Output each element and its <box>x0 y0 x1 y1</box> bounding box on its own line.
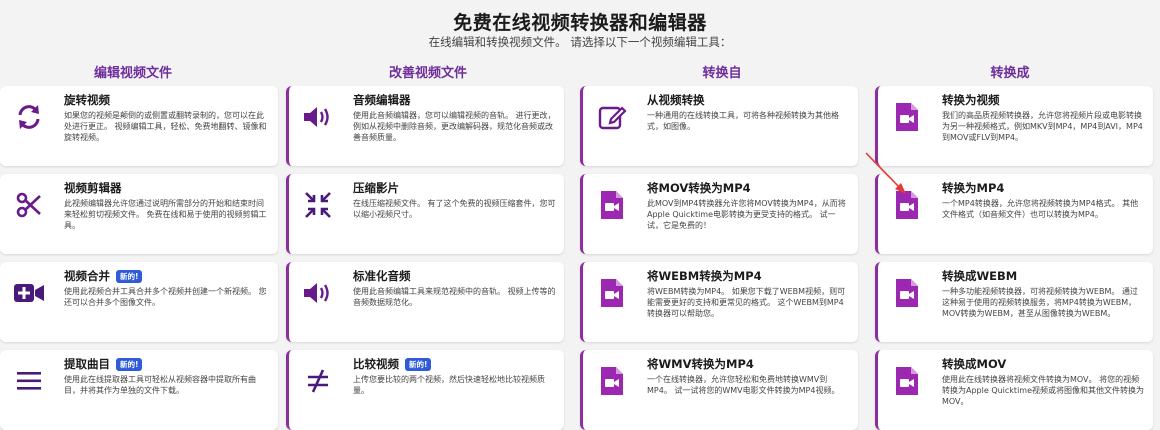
tool-card[interactable]: 比较视频 新的! 上传您要比较的两个视频，然后快速轻松地比较视频质量。 <box>286 350 564 430</box>
tool-card-title-text: 转换成MOV <box>942 357 1007 371</box>
compress-icon <box>301 188 335 222</box>
video-file-icon <box>890 276 924 310</box>
column-heading: 编辑视频文件 <box>93 66 172 81</box>
tool-card-title[interactable]: 转换成WEBM <box>942 268 1145 284</box>
tool-card-title-text: 将WEBM转换为MP4 <box>647 269 762 283</box>
page-subtitle: 在线编辑和转换视频文件。 请选择以下一个视频编辑工具： <box>428 35 732 49</box>
tool-card-description: 使用此在线提取器工具可轻松从视频容器中提取所有曲目，并将其作为单独的文件下载。 <box>64 375 256 395</box>
new-badge: 新的! <box>405 358 432 371</box>
tool-card-title[interactable]: 转换成MOV <box>942 356 1145 372</box>
tool-card-title-text: 音频编辑器 <box>353 93 411 107</box>
tool-card-title-text: 提取曲目 <box>64 357 110 371</box>
tool-card-title-text: 转换为MP4 <box>942 181 1005 195</box>
tool-card-title[interactable]: 标准化音频 <box>353 268 556 284</box>
tool-card-title-text: 视频剪辑器 <box>64 181 122 195</box>
tool-card-description: 上传您要比较的两个视频，然后快速轻松地比较视频质量。 <box>353 375 545 395</box>
tool-card-title[interactable]: 转换为MP4 <box>942 180 1145 196</box>
tool-card-description: 一种通用的在线转换工具，可将各种视频转换为其他格式，如图像。 <box>647 111 839 131</box>
video-file-icon <box>890 100 924 134</box>
tool-card[interactable]: 提取曲目 新的! 使用此在线提取器工具可轻松从视频容器中提取所有曲目，并将其作为单独… <box>0 350 278 430</box>
column-heading: 改善视频文件 <box>388 66 467 81</box>
new-badge: 新的! <box>116 270 143 283</box>
tool-card-title[interactable]: 将WEBM转换为MP4 <box>647 268 850 284</box>
video-file-icon <box>890 188 924 222</box>
speaker-icon <box>301 276 335 310</box>
tool-card-description: 此视频编辑器允许您通过说明所需部分的开始和结束时间来轻松剪切视频文件。 免费在线… <box>64 199 267 230</box>
tool-card[interactable]: 将MOV转换为MP4 此MOV到MP4转换器允许您将MOV转换为MP4，从而将Ap… <box>580 174 858 254</box>
tool-card-description: 此MOV到MP4转换器允许您将MOV转换为MP4，从而将Apple Quickt… <box>647 199 846 230</box>
tool-card[interactable]: 标准化音频使用此音频编辑工具来规范视频中的音轨。 视频上传等的音频数据规范化。 <box>286 262 564 342</box>
list-icon <box>12 364 46 398</box>
tool-card[interactable]: 音频编辑器使用此音频编辑器，您可以编辑视频的音轨。 进行更改，例如从视频中删除音… <box>286 86 564 166</box>
tool-card[interactable]: 视频合并 新的! 使用此视频合并工具合并多个视频并创建一个新视频。 您还可以合并多个… <box>0 262 278 342</box>
tool-card-description: 使用此音频编辑工具来规范视频中的音轨。 视频上传等的音频数据规范化。 <box>353 287 556 307</box>
tool-card-title-text: 将WMV转换为MP4 <box>647 357 754 371</box>
tool-card-title-text: 转换成WEBM <box>942 269 1018 283</box>
tool-card-description: 在线压缩视频文件。 有了这个免费的视频压缩套件，您可以缩小视频尺寸。 <box>353 199 556 219</box>
tool-card-title[interactable]: 比较视频 新的! <box>353 356 556 372</box>
video-file-icon <box>595 188 629 222</box>
not-equal-icon <box>301 364 335 398</box>
scissors-icon <box>12 188 46 222</box>
tool-card-title[interactable]: 将MOV转换为MP4 <box>647 180 850 196</box>
tool-card-description: 一个MP4转换器，允许您将视频转换为MP4格式。 其他文件格式（如音频文件）也可… <box>942 199 1139 219</box>
tool-card-title[interactable]: 压缩影片 <box>353 180 556 196</box>
tool-card[interactable]: 将WMV转换为MP4 一个在线转换器，允许您轻松和免费地转换WMV到MP4。 试一… <box>580 350 858 430</box>
tool-card[interactable]: 视频剪辑器此视频编辑器允许您通过说明所需部分的开始和结束时间来轻松剪切视频文件。… <box>0 174 278 254</box>
tool-card[interactable]: 压缩影片在线压缩视频文件。 有了这个免费的视频压缩套件，您可以缩小视频尺寸。 <box>286 174 564 254</box>
tool-card-title-text: 压缩影片 <box>353 181 399 195</box>
tool-card-description: 一个在线转换器，允许您轻松和免费地转换WMV到MP4。 试一试将您的WMV电影文… <box>647 375 840 395</box>
tool-card-title[interactable]: 音频编辑器 <box>353 92 556 108</box>
tool-card-title-text: 比较视频 <box>353 357 399 371</box>
video-file-icon <box>890 364 924 398</box>
tool-card-title-text: 标准化音频 <box>353 269 411 283</box>
column-heading: 转换成 <box>990 66 1030 81</box>
column-heading: 转换自 <box>702 66 742 81</box>
tool-card[interactable]: 转换为MP4 一个MP4转换器，允许您将视频转换为MP4格式。 其他文件格式（如音… <box>875 174 1153 254</box>
tool-card-title-text: 视频合并 <box>64 269 110 283</box>
page-title: 免费在线视频转换器和编辑器 <box>453 12 707 34</box>
tool-card-title[interactable]: 视频合并 新的! <box>64 268 270 284</box>
tool-card-description: 如果您的视频是颠倒的或侧置或翻转录制的，您可以在此处进行更正。 视频编辑工具，轻… <box>64 111 267 142</box>
tool-card-description: 使用此视频合并工具合并多个视频并创建一个新视频。 您还可以合并多个图像文件。 <box>64 287 267 307</box>
tool-card-title-text: 转换为视频 <box>942 93 1000 107</box>
tool-card-title-text: 将MOV转换为MP4 <box>647 181 751 195</box>
tool-card[interactable]: 将WEBM转换为MP4 将WEBM转换为MP4。 如果您下载了WEBM视频，则可能… <box>580 262 858 342</box>
tool-card-description: 使用此音频编辑器，您可以编辑视频的音轨。 进行更改，例如从视频中删除音频，更改编… <box>353 111 556 142</box>
tool-card[interactable]: 旋转视频如果您的视频是颠倒的或侧置或翻转录制的，您可以在此处进行更正。 视频编辑… <box>0 86 278 166</box>
tool-card-title[interactable]: 旋转视频 <box>64 92 270 108</box>
tool-card-description: 我们的高品质视频转换器，允许您将视频片段或电影转换为另一种视频格式，例如MKV到… <box>942 111 1143 142</box>
video-plus-icon <box>12 276 46 310</box>
speaker-icon <box>301 100 335 134</box>
tool-card-title[interactable]: 转换为视频 <box>942 92 1145 108</box>
tool-card[interactable]: 从视频转换一种通用的在线转换工具，可将各种视频转换为其他格式，如图像。 <box>580 86 858 166</box>
tool-card-description: 使用此在线转换器将视频文件转换为MOV。 将您的视频转换为Apple Quick… <box>942 375 1145 406</box>
tool-card-title[interactable]: 视频剪辑器 <box>64 180 270 196</box>
rotate-icon <box>12 100 46 134</box>
tool-card-title[interactable]: 将WMV转换为MP4 <box>647 356 850 372</box>
tool-card-title-text: 旋转视频 <box>64 93 110 107</box>
video-file-icon <box>595 276 629 310</box>
video-file-icon <box>595 364 629 398</box>
tool-card-description: 一种多功能视频转换器，可将视频转换为WEBM。 通过这种易于使用的视频转换服务，… <box>942 287 1138 318</box>
tool-card-title[interactable]: 提取曲目 新的! <box>64 356 270 372</box>
tool-card[interactable]: 转换成MOV 使用此在线转换器将视频文件转换为MOV。 将您的视频转换为Apple… <box>875 350 1153 430</box>
tool-card-description: 将WEBM转换为MP4。 如果您下载了WEBM视频，则可能需要更好的支持和更常见… <box>647 287 846 318</box>
tool-card-title-text: 从视频转换 <box>647 93 705 107</box>
new-badge: 新的! <box>116 358 143 371</box>
edit-icon <box>595 100 629 134</box>
tool-card-title[interactable]: 从视频转换 <box>647 92 850 108</box>
tool-card[interactable]: 转换为视频我们的高品质视频转换器，允许您将视频片段或电影转换为另一种视频格式，例… <box>875 86 1153 166</box>
tool-card[interactable]: 转换成WEBM 一种多功能视频转换器，可将视频转换为WEBM。 通过这种易于使用的… <box>875 262 1153 342</box>
